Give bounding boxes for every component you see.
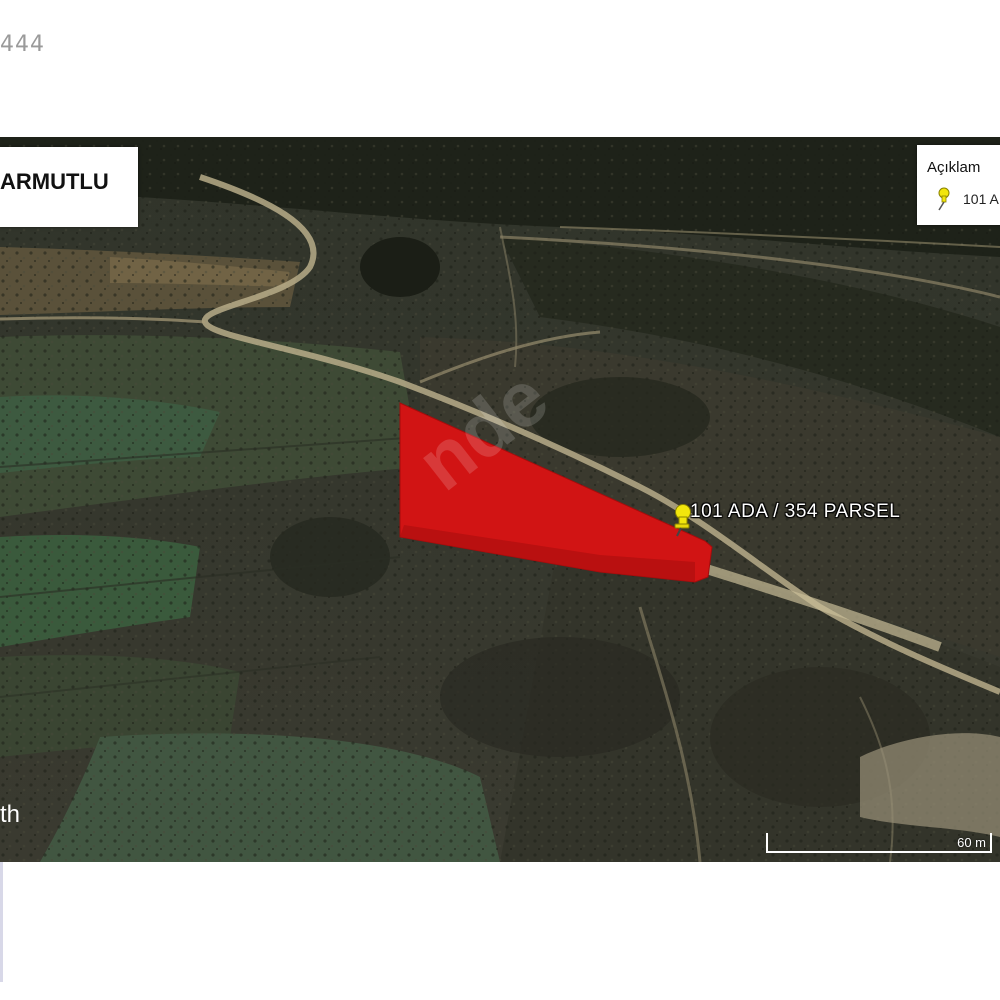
legend-title: Açıklam: [927, 159, 981, 176]
legend-item-label: 101 A: [963, 191, 999, 207]
parcel-label: 101 ADA / 354 PARSEL: [690, 501, 901, 522]
page-edge-divider: [0, 862, 3, 982]
scale-label: 60 m: [957, 835, 986, 850]
place-name: ARMUTLU: [0, 169, 109, 194]
legend-panel: Açıklam 101 A: [917, 145, 1000, 225]
map-view[interactable]: nde ARMUTLU Açıklam 101 A 101 ADA / 354 …: [0, 137, 1000, 862]
yellow-pushpin-icon: [938, 187, 950, 211]
listing-id: 444: [0, 32, 45, 57]
map-attribution: th: [0, 801, 21, 828]
satellite-terrain: [0, 137, 1000, 862]
place-name-box: ARMUTLU: [0, 147, 138, 227]
page: 444 nde ARMUTLU Açıklam 101 A 101 ADA / …: [0, 0, 1000, 1000]
scale-bar: 60 m: [766, 833, 992, 855]
